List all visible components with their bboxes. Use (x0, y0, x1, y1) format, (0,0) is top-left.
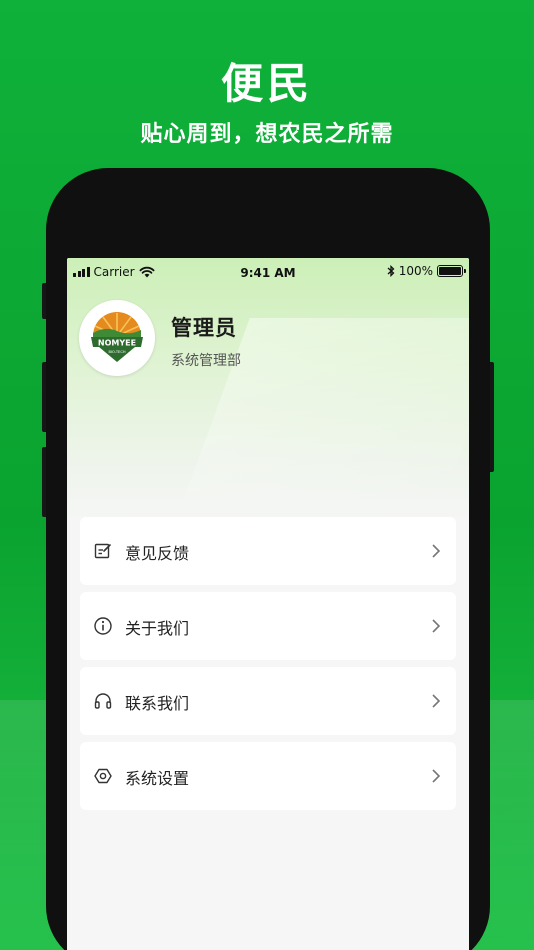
bluetooth-icon (387, 265, 395, 277)
avatar[interactable]: NOMYEE BIO-TECH (79, 300, 155, 376)
menu-item-about[interactable]: 关于我们 (80, 592, 456, 660)
chevron-right-icon (432, 619, 441, 633)
menu-item-contact[interactable]: 联系我们 (80, 667, 456, 735)
headset-icon (94, 693, 112, 709)
info-icon (94, 617, 112, 635)
settings-hex-icon (94, 768, 112, 784)
hero-subtitle: 贴心周到，想农民之所需 (140, 122, 394, 147)
menu-item-label: 关于我们 (125, 619, 190, 638)
nomyee-logo: NOMYEE BIO-TECH (79, 300, 155, 376)
menu-item-feedback[interactable]: 意见反馈 (80, 517, 456, 585)
chevron-right-icon (432, 694, 441, 708)
user-name: 管理员 (171, 316, 237, 340)
phone-screen: Carrier 9:41 AM 100% NOMYEE BIO-TECH 管理员… (67, 258, 469, 950)
menu-item-label: 意见反馈 (125, 544, 190, 563)
header-background (67, 258, 469, 518)
hero-title: 便民 (220, 59, 313, 108)
status-bar: Carrier 9:41 AM 100% (67, 258, 469, 286)
logo-text: NOMYEE (98, 339, 136, 348)
battery-icon (437, 265, 466, 277)
menu-item-label: 联系我们 (125, 694, 190, 713)
user-department: 系统管理部 (171, 353, 241, 369)
edit-note-icon (94, 543, 111, 559)
chevron-right-icon (432, 544, 441, 558)
logo-subtext: BIO-TECH (108, 350, 125, 354)
menu-item-settings[interactable]: 系统设置 (80, 742, 456, 810)
chevron-right-icon (432, 769, 441, 783)
menu-list: 意见反馈 关于我们 联系我们 系统设置 (80, 517, 456, 817)
battery-percent: 100% (398, 264, 433, 278)
menu-item-label: 系统设置 (125, 769, 190, 788)
